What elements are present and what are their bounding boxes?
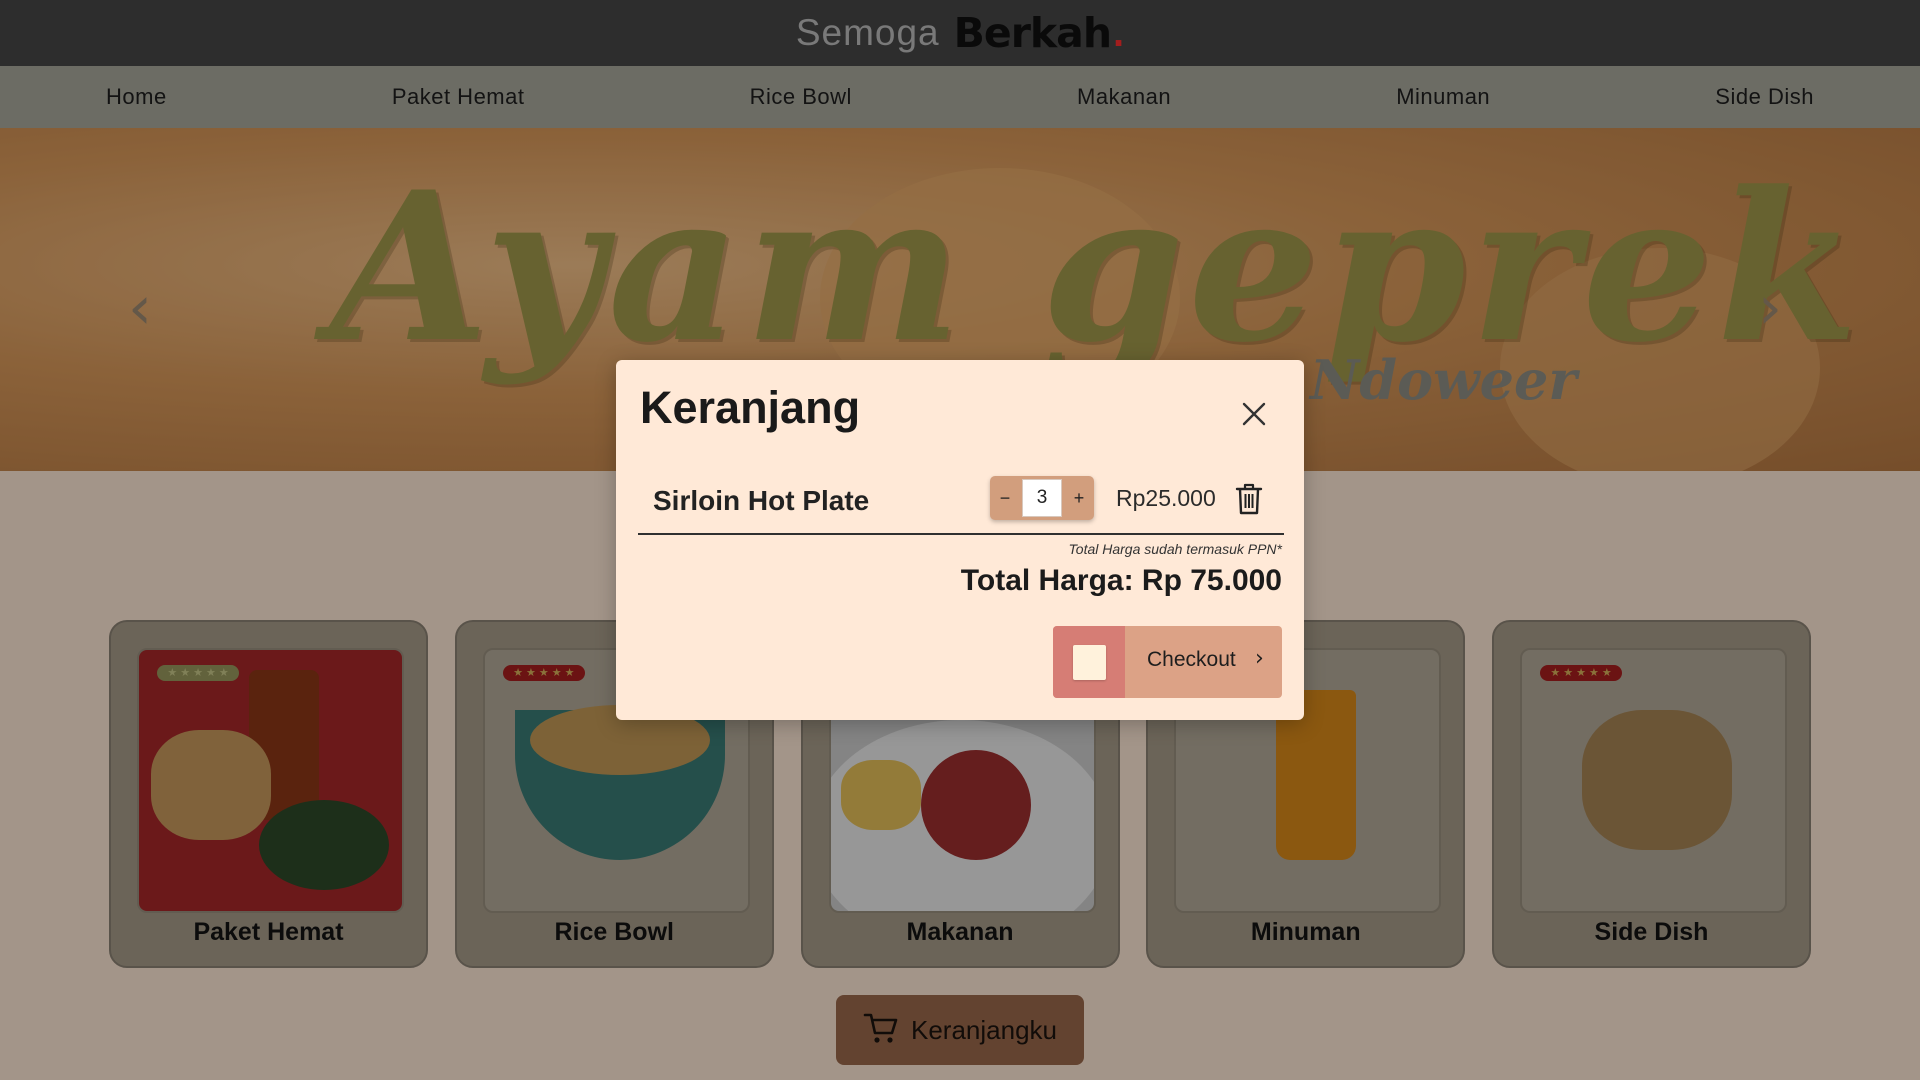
cart-item-row: Sirloin Hot Plate − + Rp25.000 <box>638 470 1282 534</box>
checkout-button[interactable]: Checkout › <box>1053 626 1282 698</box>
trash-icon[interactable] <box>1234 482 1264 516</box>
modal-title: Keranjang <box>640 382 861 433</box>
cart-item-price: Rp25.000 <box>1116 485 1216 511</box>
close-icon[interactable] <box>1236 396 1272 432</box>
chevron-right-icon: › <box>1255 646 1264 671</box>
checkout-label: Checkout <box>1147 648 1236 671</box>
tax-note: Total Harga sudah termasuk PPN* <box>1068 541 1282 557</box>
decrease-quantity-button[interactable]: − <box>990 476 1020 520</box>
checkout-icon <box>1073 645 1106 680</box>
increase-quantity-button[interactable]: + <box>1064 476 1094 520</box>
divider <box>638 533 1284 535</box>
quantity-stepper: − + <box>990 476 1094 520</box>
total-price: Total Harga: Rp 75.000 <box>960 564 1282 597</box>
checkout-accent <box>1053 626 1125 698</box>
cart-item-name: Sirloin Hot Plate <box>653 485 870 516</box>
cart-modal: Keranjang Sirloin Hot Plate − + Rp25.000… <box>616 360 1304 720</box>
quantity-input[interactable] <box>1022 479 1062 517</box>
